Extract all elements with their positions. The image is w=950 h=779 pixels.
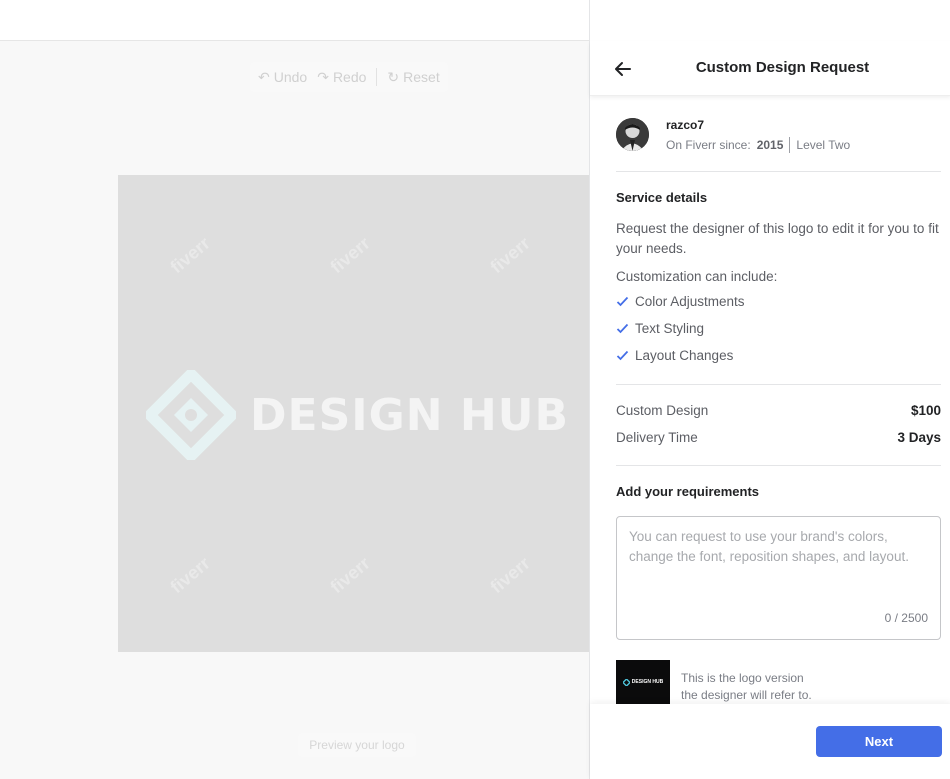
logo-preview: DESIGN HUB (146, 370, 569, 460)
section-divider (616, 384, 941, 385)
diamond-logo-icon (146, 370, 236, 460)
section-divider (616, 465, 941, 466)
redo-icon: ↷ (317, 68, 329, 85)
service-details: Service details Request the designer of … (616, 190, 941, 369)
avatar[interactable] (616, 118, 649, 151)
undo-button[interactable]: ↶ Undo (258, 69, 307, 86)
check-icon (616, 323, 629, 334)
reset-icon: ↻ (387, 68, 400, 85)
requirements-field: 0 / 2500 (616, 516, 941, 640)
check-icon (616, 296, 629, 307)
reference-note: This is the logo version the designer wi… (681, 671, 812, 702)
watermark-text: fiverr (166, 552, 214, 598)
seller-level: Level Two (796, 138, 851, 152)
delivery-time-row: Delivery Time 3 Days (616, 430, 941, 445)
toolbar-divider (376, 68, 378, 86)
next-button[interactable]: Next (816, 726, 942, 757)
service-description: Request the designer of this logo to edi… (616, 221, 939, 256)
thumbnail-text: DESIGN HUB (631, 679, 664, 685)
custom-design-price-row: Custom Design $100 (616, 403, 941, 418)
custom-design-panel: Custom Design Request razco7 On Fiverr s… (589, 0, 950, 779)
seller-photo-icon (616, 118, 649, 151)
panel-title: Custom Design Request (695, 59, 870, 76)
reference-logo: DESIGN HUB This is the logo version the … (616, 660, 941, 704)
panel-footer: Next (590, 704, 950, 779)
delivery-time-label: Delivery Time (616, 430, 698, 445)
list-item: Text Styling (616, 315, 941, 342)
watermark-text: fiverr (166, 232, 214, 278)
watermark-text: fiverr (326, 232, 374, 278)
seller-meta: On Fiverr since: 2015 Level Two (666, 137, 850, 153)
editor-toolbar: ↶ Undo ↷ Redo ↻ Reset (250, 62, 448, 92)
redo-button[interactable]: ↷ Redo (317, 69, 366, 86)
logo-canvas: fiverr fiverr fiverr fiverr fiverr fiver… (118, 175, 590, 652)
custom-design-price: $100 (910, 403, 941, 418)
watermark-text: fiverr (486, 552, 534, 598)
preview-logo-button[interactable]: Preview your logo (298, 733, 416, 757)
diamond-logo-icon (622, 678, 630, 686)
logo-thumbnail: DESIGN HUB (616, 660, 670, 704)
watermark-text: fiverr (486, 232, 534, 278)
list-item: Color Adjustments (616, 288, 941, 315)
service-heading: Service details (616, 190, 708, 205)
delivery-time-value: 3 Days (897, 430, 941, 445)
list-item: Layout Changes (616, 342, 941, 369)
character-counter: 0 / 2500 (884, 611, 928, 625)
meta-divider (789, 137, 791, 153)
reset-button[interactable]: ↻ Reset (387, 69, 439, 86)
seller-name[interactable]: razco7 (666, 118, 704, 132)
since-label: On Fiverr since: (666, 138, 751, 152)
customization-list: Color Adjustments Text Styling Layout Ch… (616, 288, 941, 369)
check-icon (616, 350, 629, 361)
undo-icon: ↶ (258, 68, 270, 85)
customization-label: Customization can include: (616, 269, 778, 284)
watermark-text: fiverr (326, 552, 374, 598)
since-year: 2015 (756, 138, 784, 152)
logo-text: DESIGN HUB (250, 389, 569, 441)
custom-design-label: Custom Design (616, 403, 709, 418)
requirements-heading: Add your requirements (616, 484, 760, 499)
seller-info: razco7 On Fiverr since: 2015 Level Two (616, 116, 941, 172)
panel-header: Custom Design Request (590, 41, 950, 96)
